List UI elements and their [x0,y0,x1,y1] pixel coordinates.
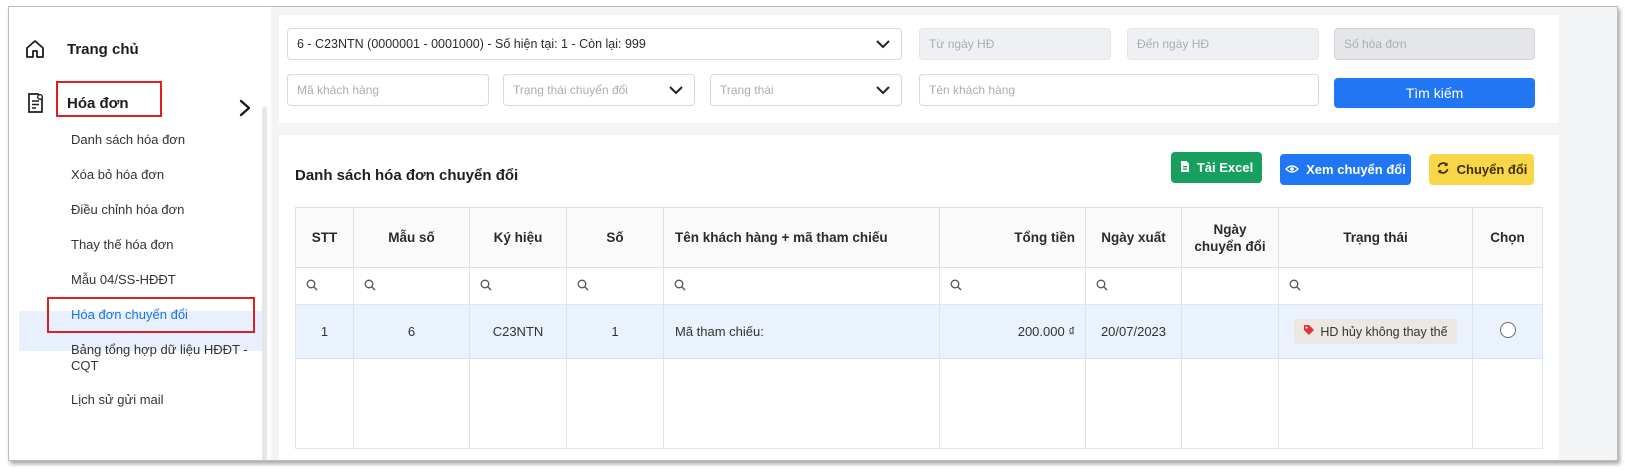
sidebar-scrollbar[interactable] [262,107,267,460]
search-icon [306,279,318,294]
filter-cell[interactable] [566,267,664,305]
search-icon [577,279,589,294]
search-button[interactable]: Tìm kiếm [1334,78,1535,108]
sidebar-item-replace-invoice[interactable]: Thay thế hóa đơn [71,237,173,253]
convert-button[interactable]: Chuyển đổi [1429,154,1534,185]
filter-cell[interactable] [353,267,470,305]
filter-cell[interactable] [663,267,940,305]
view-conversion-button[interactable]: Xem chuyển đổi [1280,154,1411,185]
table-row[interactable]: 1 6 C23NTN 1 Mã tham chiếu: 200.000 ₫ 20… [295,304,1543,359]
status-badge: HD hủy không thay thế [1294,319,1457,344]
tag-icon [1303,324,1315,339]
filter-cell[interactable] [469,267,567,305]
filter-cell[interactable] [1085,267,1182,305]
search-icon [364,279,376,294]
cell-stt: 1 [295,304,354,359]
sidebar-item-invoice-list[interactable]: Danh sách hóa đơn [71,132,185,148]
chevron-down-icon [875,84,891,99]
from-date-field[interactable]: Từ ngày HĐ [919,28,1111,60]
invoice-number-field[interactable]: Số hóa đơn [1334,28,1535,60]
search-icon [1289,279,1301,294]
search-icon [480,279,492,294]
cell-total: 200.000 ₫ [939,304,1086,359]
sidebar-item-summary-table[interactable]: Bảng tổng hợp dữ liệu HĐĐT - CQT [71,342,251,374]
customer-code-field[interactable]: Mã khách hàng [287,74,489,106]
search-icon [674,279,686,294]
filter-cell [1472,267,1543,305]
cell-issue-date: 20/07/2023 [1085,304,1182,359]
header-status[interactable]: Trạng thái [1278,207,1473,268]
header-stt[interactable]: STT [295,207,354,268]
select-radio[interactable] [1499,322,1516,338]
table-empty-row [295,358,1543,449]
filter-cell[interactable] [939,267,1086,305]
search-icon [950,279,962,294]
header-issue-date[interactable]: Ngày xuất [1085,207,1182,268]
cell-status: HD hủy không thay thế [1278,304,1473,359]
chevron-right-icon[interactable] [239,99,251,122]
nav-home-label: Trang chủ [67,40,139,58]
highlight-box-invoice [56,81,162,117]
sidebar-item-cancel-invoice[interactable]: Xóa bỏ hóa đơn [71,167,164,183]
header-convert-date[interactable]: Ngày chuyển đổi [1181,207,1279,268]
list-title: Danh sách hóa đơn chuyển đổi [295,167,519,184]
refresh-icon [1436,161,1450,178]
header-select[interactable]: Chọn [1472,207,1543,268]
sidebar-item-adjust-invoice[interactable]: Điều chỉnh hóa đơn [71,202,184,218]
app-window: Trang chủ Hóa đơn Danh sách hóa đơn Xóa … [8,6,1618,461]
header-customer[interactable]: Tên khách hàng + mã tham chiếu [663,207,940,268]
cell-symbol: C23NTN [469,304,567,359]
to-date-field[interactable]: Đến ngày HĐ [1127,28,1319,60]
table-filter-row [295,267,1543,305]
table-header-row: STT Mẫu số Ký hiệu Số Tên khách hàng + m… [295,207,1543,268]
sidebar: Trang chủ Hóa đơn Danh sách hóa đơn Xóa … [9,7,267,460]
header-total[interactable]: Tổng tiền [939,207,1086,268]
eye-icon [1285,162,1300,177]
cell-convert-date [1181,304,1279,359]
filter-cell [1181,267,1279,305]
sidebar-item-mail-history[interactable]: Lịch sử gửi mail [71,392,164,408]
filter-cell[interactable] [1278,267,1473,305]
nav-home[interactable]: Trang chủ [23,29,139,69]
cell-number: 1 [566,304,664,359]
invoice-icon [23,91,47,115]
invoice-table: STT Mẫu số Ký hiệu Số Tên khách hàng + m… [295,207,1543,449]
header-symbol[interactable]: Ký hiệu [469,207,567,268]
home-icon [23,37,47,61]
highlight-box-converted [47,297,255,333]
file-excel-icon [1180,160,1190,176]
header-form-no[interactable]: Mẫu số [353,207,470,268]
header-number[interactable]: Số [566,207,664,268]
cell-customer: Mã tham chiếu: [663,304,940,359]
convert-status-select[interactable]: Trạng thái chuyển đổi [503,74,695,106]
cell-select [1472,304,1543,359]
customer-name-field[interactable]: Tên khách hàng [919,74,1319,106]
download-excel-button[interactable]: Tải Excel [1171,152,1262,183]
filter-cell[interactable] [295,267,354,305]
chevron-down-icon [875,38,891,53]
series-select[interactable]: 6 - C23NTN (0000001 - 0001000) - Số hiện… [287,28,902,60]
search-icon [1096,279,1108,294]
sidebar-item-form-04[interactable]: Mẫu 04/SS-HĐĐT [71,272,176,288]
chevron-down-icon [668,84,684,99]
main-content: 6 - C23NTN (0000001 - 0001000) - Số hiện… [271,7,1617,460]
status-select[interactable]: Trạng thái [710,74,902,106]
cell-form-no: 6 [353,304,470,359]
